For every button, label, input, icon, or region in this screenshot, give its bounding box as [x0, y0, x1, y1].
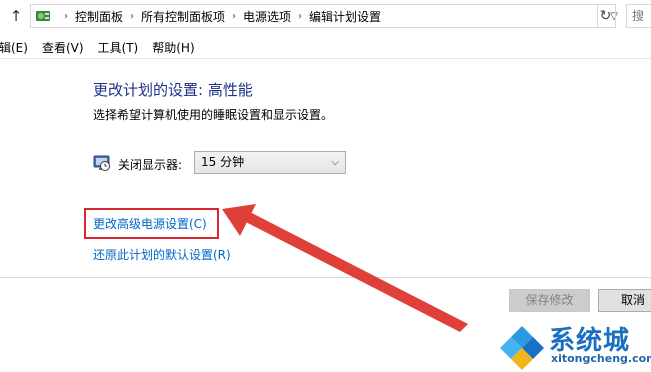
breadcrumb-item-all-items[interactable]: 所有控制面板项 [141, 8, 225, 25]
display-clock-icon [93, 155, 110, 171]
menu-item-tools[interactable]: 工具(T) [91, 39, 146, 56]
breadcrumb-item-power-options[interactable]: 电源选项 [243, 8, 291, 25]
divider [0, 58, 651, 59]
cancel-button[interactable]: 取消 [598, 289, 651, 312]
up-arrow-icon[interactable]: ↑ [8, 7, 24, 25]
display-off-value: 15 分钟 [201, 155, 245, 169]
annotation-arrow-shaft [236, 209, 468, 332]
breadcrumb-separator: › [298, 10, 303, 22]
advanced-power-settings-link[interactable]: 更改高级电源设置(C) [93, 215, 207, 232]
page-description: 选择希望计算机使用的睡眠设置和显示设置。 [93, 108, 334, 122]
address-bar: ↑ › 控制面板 › 所有控制面板项 › 电源选项 › 编辑计划设置 ▽ ↻ 搜 [0, 0, 651, 32]
breadcrumb-item-edit-plan[interactable]: 编辑计划设置 [309, 8, 381, 25]
brand-logo-icon [499, 324, 545, 370]
chevron-down-icon: ⌵ [331, 157, 339, 168]
control-panel-icon [36, 11, 50, 21]
menu-item-view[interactable]: 查看(V) [35, 39, 91, 56]
save-button[interactable]: 保存修改 [509, 289, 590, 312]
breadcrumb[interactable]: › 控制面板 › 所有控制面板项 › 电源选项 › 编辑计划设置 ▽ [30, 4, 618, 28]
search-input[interactable]: 搜 [626, 4, 651, 28]
menu-bar: 辑(E) 查看(V) 工具(T) 帮助(H) [0, 36, 651, 58]
display-off-label: 关闭显示器: [118, 158, 183, 172]
menu-item-help[interactable]: 帮助(H) [145, 39, 201, 56]
breadcrumb-separator: › [232, 10, 237, 22]
divider [0, 277, 651, 278]
brand-url: xitongcheng.com [551, 352, 651, 365]
watermark-logo: 系统城 xitongcheng.com [497, 318, 651, 372]
refresh-icon[interactable]: ↻ [596, 4, 616, 28]
menu-item-edit[interactable]: 辑(E) [0, 39, 35, 56]
breadcrumb-item-control-panel[interactable]: 控制面板 [75, 8, 123, 25]
breadcrumb-separator: › [64, 10, 68, 22]
display-off-select[interactable]: 15 分钟 ⌵ [194, 151, 346, 174]
breadcrumb-separator: › [130, 10, 135, 22]
annotation-arrow-head [222, 204, 256, 236]
restore-defaults-link[interactable]: 还原此计划的默认设置(R) [93, 246, 231, 263]
page-title: 更改计划的设置: 高性能 [93, 81, 253, 99]
